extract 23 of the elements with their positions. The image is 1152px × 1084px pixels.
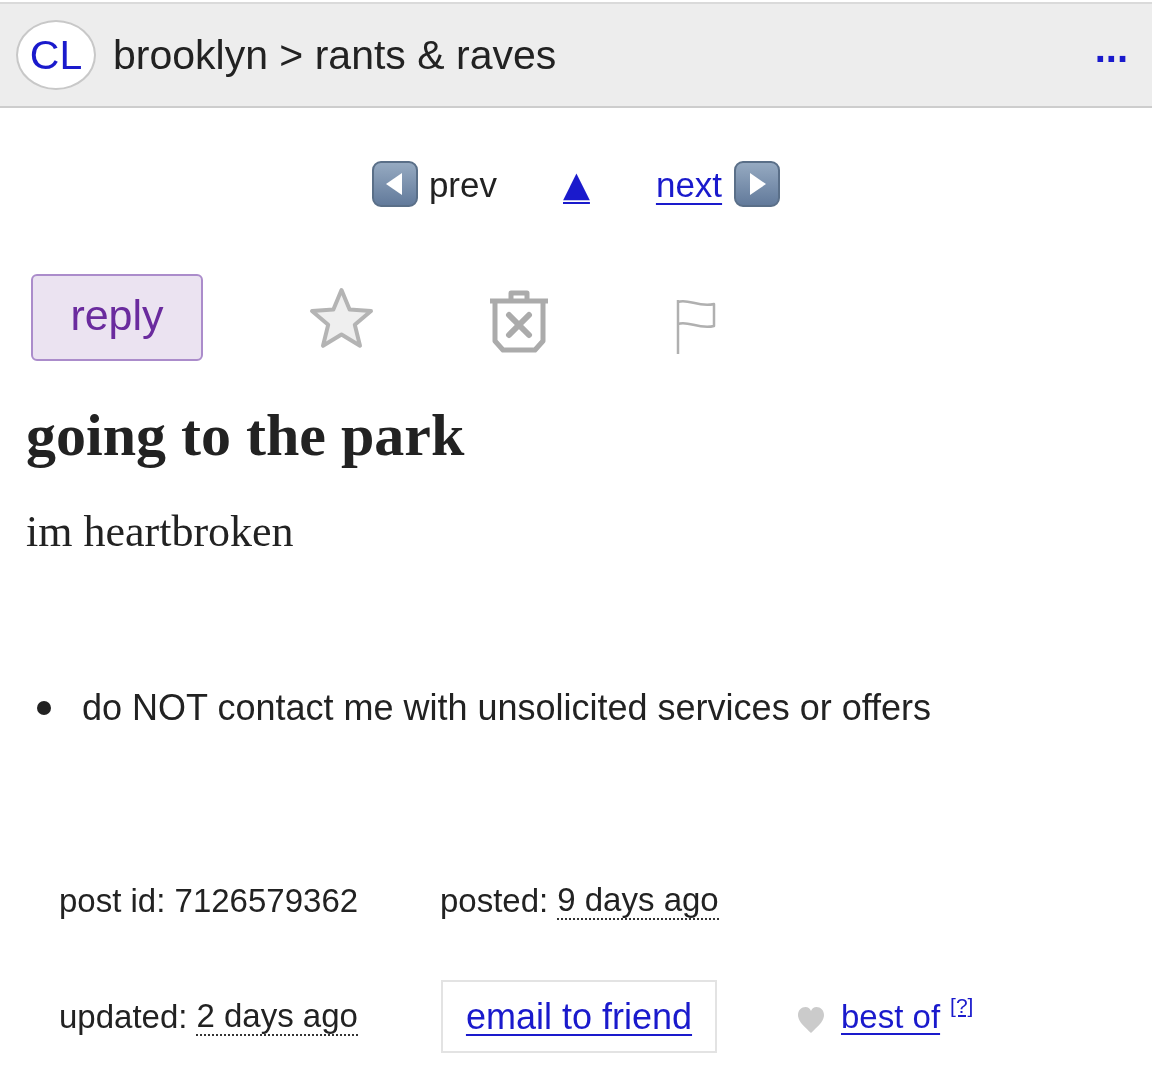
flag-icon[interactable] bbox=[674, 298, 717, 355]
notice-text: do NOT contact me with unsolicited services or offers bbox=[82, 686, 932, 730]
more-menu-link[interactable]: ... bbox=[1094, 28, 1128, 82]
up-link[interactable]: ▲ bbox=[563, 166, 590, 202]
email-to-friend-link[interactable]: email to friend bbox=[441, 980, 717, 1053]
post-body: im heartbroken bbox=[26, 506, 294, 558]
bullet-icon bbox=[37, 701, 51, 715]
posted-label: posted: bbox=[440, 881, 549, 921]
heart-icon[interactable] bbox=[797, 1005, 825, 1034]
post-id: post id: 7126579362 bbox=[59, 881, 360, 921]
reply-button[interactable]: reply bbox=[31, 274, 203, 361]
best-of-link[interactable]: best of bbox=[841, 996, 941, 1037]
star-icon[interactable] bbox=[308, 286, 375, 349]
help-link[interactable]: [?] bbox=[950, 994, 974, 1018]
breadcrumb[interactable]: brooklyn > rants & raves bbox=[113, 34, 557, 76]
updated-label: updated: bbox=[59, 996, 188, 1037]
prev-link[interactable]: prev bbox=[371, 161, 497, 207]
logo-link[interactable]: CL bbox=[16, 20, 96, 90]
next-link[interactable]: next bbox=[655, 161, 781, 207]
updated-time: 2 days ago bbox=[196, 997, 358, 1036]
trash-icon[interactable] bbox=[487, 290, 550, 353]
post-title: going to the park bbox=[26, 401, 465, 470]
posted-time: 9 days ago bbox=[557, 882, 719, 920]
